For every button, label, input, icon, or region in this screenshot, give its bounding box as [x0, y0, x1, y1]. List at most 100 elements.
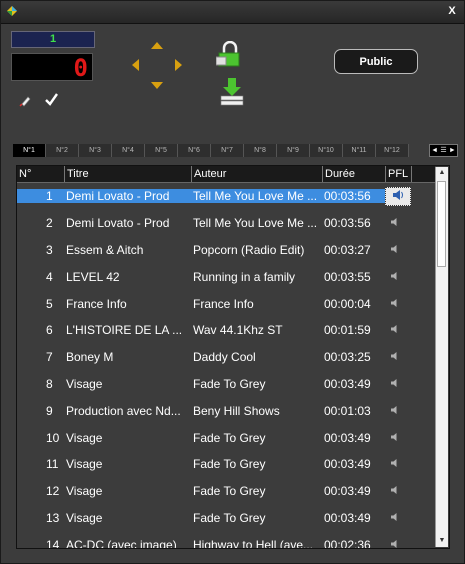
scroll-up-icon[interactable]: ▲ — [436, 167, 448, 179]
row-author: Fade To Grey — [193, 376, 266, 391]
row-title: Visage — [66, 484, 103, 499]
row-title: Essem & Aitch — [66, 242, 144, 257]
row-author: Popcorn (Radio Edit) — [193, 242, 305, 257]
table-row[interactable]: 12 Visage Fade To Grey 00:03:49 — [17, 478, 435, 505]
table-row[interactable]: 11 Visage Fade To Grey 00:03:49 — [17, 451, 435, 478]
row-title: Visage — [66, 430, 103, 445]
close-button[interactable]: X — [444, 4, 460, 19]
row-number: 1 — [17, 189, 62, 204]
grid-rows: 1 Demi Lovato - Prod Tell Me You Love Me .… — [17, 183, 435, 549]
pfl-speaker-icon[interactable] — [385, 323, 411, 337]
column-header-author[interactable]: Auteur — [192, 166, 323, 182]
column-header-pfl[interactable]: PFL — [386, 166, 412, 182]
title-bar[interactable]: X — [1, 1, 464, 24]
row-author: Tell Me You Love Me ... — [189, 189, 320, 204]
row-author: Wav 44.1Khz ST — [193, 323, 283, 338]
row-duration: 00:03:55 — [324, 269, 371, 284]
pfl-speaker-icon[interactable] — [385, 538, 411, 548]
table-row[interactable]: 9 Production avec Nd... Beny Hill Shows 00:… — [17, 397, 435, 424]
table-row[interactable]: 6 L'HISTOIRE DE LA ... Wav 44.1Khz ST 00:01… — [17, 317, 435, 344]
pfl-speaker-icon[interactable] — [385, 243, 411, 257]
row-number: 10 — [46, 430, 60, 445]
row-duration: 00:00:04 — [324, 296, 371, 311]
row-duration: 00:03:49 — [324, 484, 371, 499]
row-author: Beny Hill Shows — [193, 403, 280, 418]
row-author: Highway to Hell (ave... — [193, 537, 314, 549]
directional-arrows-icon[interactable] — [130, 40, 184, 91]
public-button[interactable]: Public — [334, 49, 418, 74]
row-title: Demi Lovato - Prod — [66, 216, 170, 231]
scroll-down-icon[interactable]: ▼ — [436, 535, 448, 547]
row-duration: 00:03:49 — [324, 457, 371, 472]
pfl-speaker-icon[interactable] — [385, 186, 411, 206]
table-row[interactable]: 7 Boney M Daddy Cool 00:03:25 — [17, 344, 435, 371]
pfl-speaker-icon[interactable] — [385, 270, 411, 284]
pfl-speaker-icon[interactable] — [385, 404, 411, 418]
tab-1[interactable]: N°1 — [13, 144, 46, 157]
table-row[interactable]: 10 Visage Fade To Grey 00:03:49 — [17, 424, 435, 451]
tab-11[interactable]: N°11 — [343, 144, 376, 157]
download-tray-icon[interactable] — [219, 77, 245, 107]
table-row[interactable]: 13 Visage Fade To Grey 00:03:49 — [17, 505, 435, 532]
vertical-scrollbar[interactable]: ▲ ▼ — [435, 167, 448, 547]
row-number: 4 — [46, 269, 53, 284]
pfl-speaker-icon[interactable] — [385, 216, 411, 230]
scroll-thumb[interactable] — [437, 181, 446, 267]
tab-10[interactable]: N°10 — [310, 144, 343, 157]
tab-menu-icon[interactable]: ☰ — [440, 146, 446, 155]
row-number: 12 — [46, 484, 60, 499]
pfl-speaker-icon[interactable] — [385, 511, 411, 525]
counter-display: 1 — [11, 31, 95, 48]
table-row[interactable]: 14 AC-DC (avec image) Highway to Hell (ave… — [17, 531, 435, 549]
row-number: 14 — [46, 537, 60, 549]
tab-8[interactable]: N°8 — [244, 144, 277, 157]
tab-2[interactable]: N°2 — [46, 144, 79, 157]
countdown-display: 0 — [11, 53, 93, 82]
row-number: 5 — [46, 296, 53, 311]
pfl-speaker-icon[interactable] — [385, 457, 411, 471]
pfl-speaker-icon[interactable] — [385, 297, 411, 311]
tab-7[interactable]: N°7 — [211, 144, 244, 157]
tab-6[interactable]: N°6 — [178, 144, 211, 157]
row-author: France Info — [193, 296, 254, 311]
table-row[interactable]: 8 Visage Fade To Grey 00:03:49 — [17, 371, 435, 398]
tab-5[interactable]: N°5 — [145, 144, 178, 157]
tab-scroller: ◄ ☰ ► — [429, 144, 458, 157]
row-title: Visage — [66, 457, 103, 472]
eraser-icon[interactable] — [19, 94, 32, 107]
table-row[interactable]: 3 Essem & Aitch Popcorn (Radio Edit) 00:03:… — [17, 237, 435, 264]
tab-4[interactable]: N°4 — [112, 144, 145, 157]
tab-3[interactable]: N°3 — [79, 144, 112, 157]
row-title: Visage — [66, 510, 103, 525]
table-row[interactable]: 2 Demi Lovato - Prod Tell Me You Love Me .… — [17, 210, 435, 237]
column-header-number[interactable]: N° — [17, 166, 65, 182]
tab-scroll-right-icon[interactable]: ► — [449, 146, 456, 155]
row-author: Fade To Grey — [193, 457, 266, 472]
row-duration: 00:03:49 — [324, 430, 371, 445]
table-row[interactable]: 1 Demi Lovato - Prod Tell Me You Love Me .… — [17, 183, 435, 210]
pfl-speaker-icon[interactable] — [385, 484, 411, 498]
pfl-speaker-icon[interactable] — [385, 350, 411, 364]
tab-9[interactable]: N°9 — [277, 144, 310, 157]
row-duration: 00:01:59 — [324, 323, 371, 338]
check-icon[interactable] — [44, 92, 59, 107]
row-title: Boney M — [66, 350, 114, 365]
table-row[interactable]: 4 LEVEL 42 Running in a family 00:03:55 — [17, 263, 435, 290]
lock-icon[interactable] — [216, 41, 242, 68]
tab-12[interactable]: N°12 — [376, 144, 409, 157]
column-header-title[interactable]: Titre — [65, 166, 192, 182]
row-number: 7 — [46, 350, 53, 365]
row-author: Running in a family — [193, 269, 296, 284]
column-header-duration[interactable]: Durée — [323, 166, 386, 182]
row-title: L'HISTOIRE DE LA ... — [66, 323, 183, 338]
row-title: LEVEL 42 — [66, 269, 120, 284]
pfl-speaker-icon[interactable] — [385, 377, 411, 391]
row-author: Fade To Grey — [193, 484, 266, 499]
table-row[interactable]: 5 France Info France Info 00:00:04 — [17, 290, 435, 317]
diamond-app-icon — [7, 6, 17, 16]
row-number: 13 — [46, 510, 60, 525]
pfl-speaker-icon[interactable] — [385, 431, 411, 445]
playlist-grid: N° Titre Auteur Durée PFL 1 Demi Lovato -… — [16, 165, 450, 549]
row-title: Visage — [66, 376, 103, 391]
tab-scroll-left-icon[interactable]: ◄ — [431, 146, 438, 155]
